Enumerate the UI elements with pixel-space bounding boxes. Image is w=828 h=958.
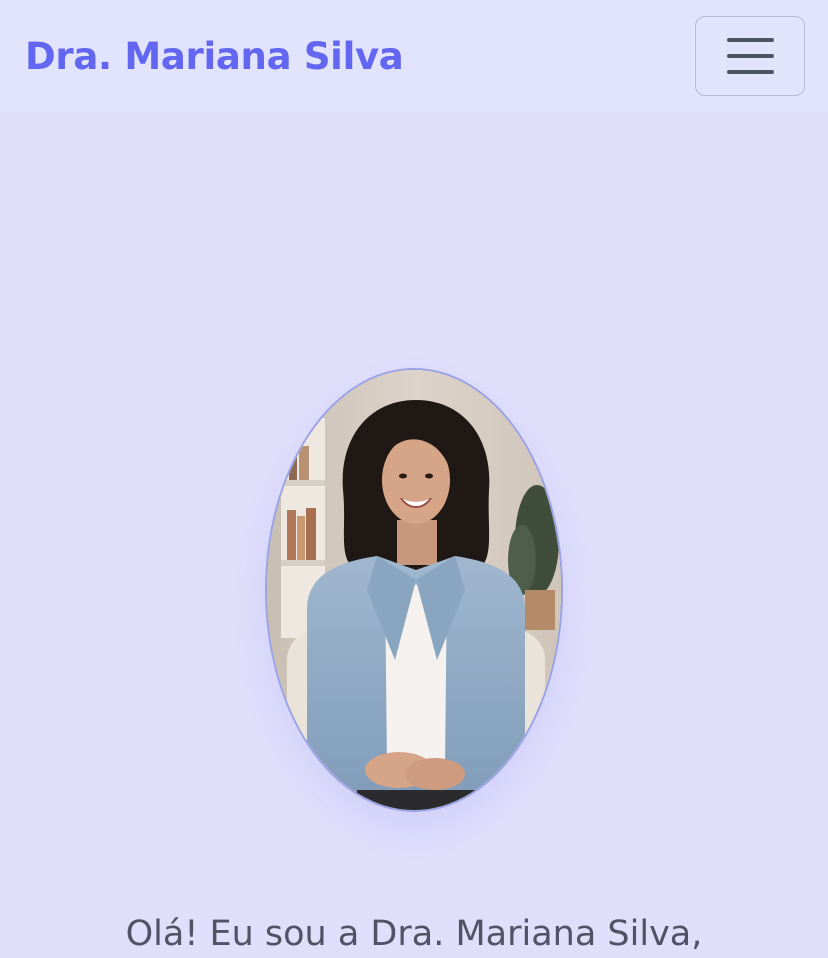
intro-text: Olá! Eu sou a Dra. Mariana Silva, — [125, 914, 703, 954]
portrait-illustration — [267, 370, 561, 810]
menu-toggle-button[interactable] — [695, 16, 805, 96]
profile-portrait — [265, 368, 563, 812]
brand-link[interactable]: Dra. Mariana Silva — [25, 33, 404, 81]
navbar: Dra. Mariana Silva — [0, 0, 828, 112]
